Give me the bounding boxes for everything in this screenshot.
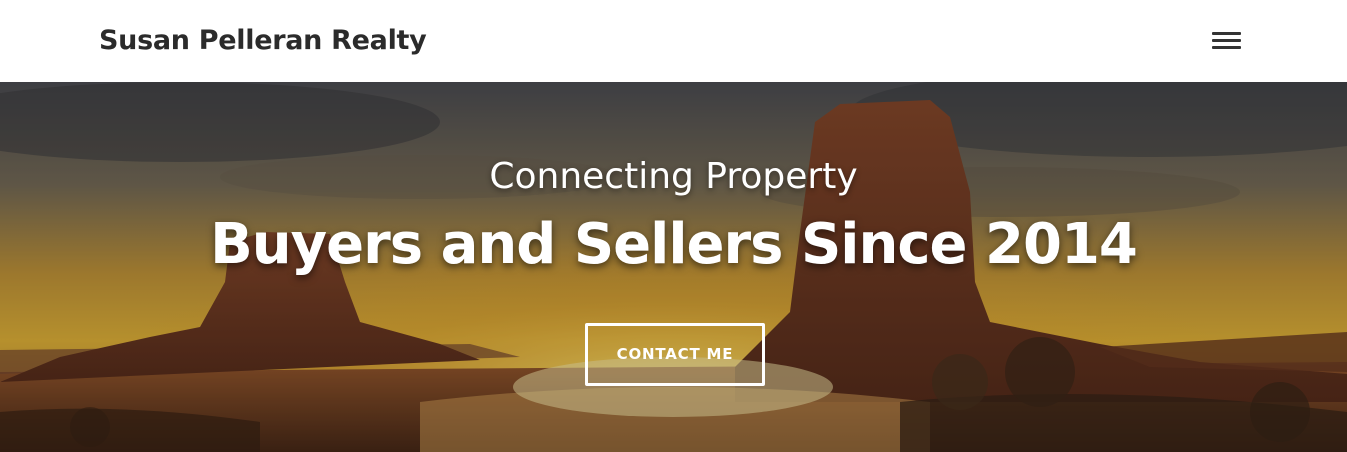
hero-section: Connecting Property Buyers and Sellers S…: [0, 82, 1347, 452]
contact-me-button[interactable]: CONTACT ME: [585, 323, 765, 386]
hero-subheading: Connecting Property: [489, 156, 858, 197]
menu-bar-bottom: [1212, 46, 1241, 49]
menu-bar-top: [1212, 32, 1241, 35]
hero-heading: Buyers and Sellers Since 2014: [210, 212, 1138, 277]
hamburger-menu-icon[interactable]: [1206, 26, 1246, 56]
menu-bar-middle: [1212, 39, 1241, 42]
navbar: Susan Pelleran Realty: [0, 0, 1347, 82]
brand-logo-link[interactable]: Susan Pelleran Realty: [99, 22, 427, 60]
